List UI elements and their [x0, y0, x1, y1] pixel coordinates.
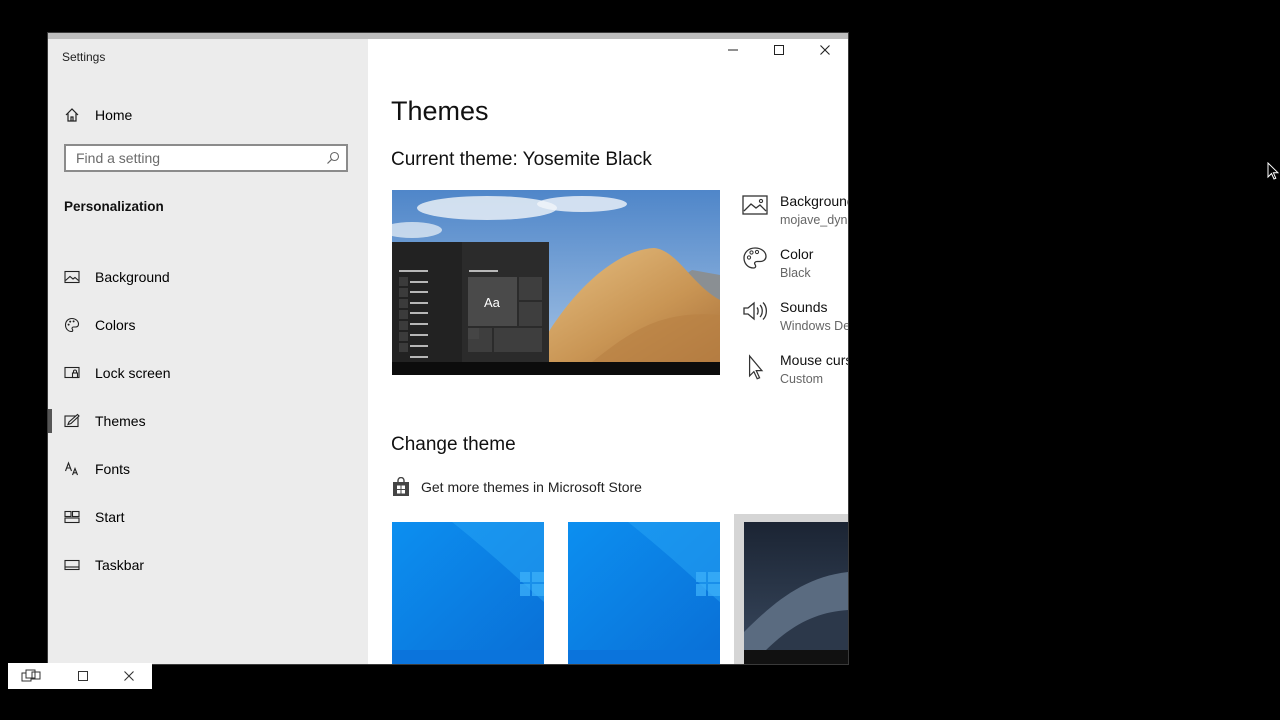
- maximize-icon: [774, 45, 784, 55]
- picture-icon: [742, 195, 768, 215]
- restore-icon: [21, 669, 41, 682]
- theme-prop-name: Background: [780, 193, 848, 209]
- theme-prop-color[interactable]: Color Black: [742, 240, 848, 293]
- sidebar-item-taskbar[interactable]: Taskbar: [48, 541, 368, 589]
- sidebar-nav: Background Colors Lock screen Themes Fon…: [48, 253, 368, 589]
- mouse-pointer-icon: [1267, 162, 1279, 180]
- minimize-icon: [728, 49, 738, 51]
- close-icon: [124, 671, 134, 681]
- change-theme-heading: Change theme: [391, 434, 516, 455]
- minimized-window-strip: [8, 663, 152, 689]
- current-theme-heading: Current theme: Yosemite Black: [391, 149, 652, 170]
- sidebar-item-themes[interactable]: Themes: [48, 397, 368, 445]
- microsoft-store-link[interactable]: Get more themes in Microsoft Store: [391, 477, 642, 497]
- sidebar-item-colors[interactable]: Colors: [48, 301, 368, 349]
- nav-home-label: Home: [95, 107, 133, 123]
- search-icon: [327, 151, 340, 164]
- theme-prop-sounds[interactable]: Sounds Windows De: [742, 293, 848, 346]
- palette-icon: [743, 247, 767, 269]
- theme-prop-value: mojave_dyn: [780, 213, 848, 227]
- home-icon: [65, 108, 79, 122]
- sidebar-item-fonts[interactable]: Fonts: [48, 445, 368, 493]
- sidebar-item-start[interactable]: Start: [48, 493, 368, 541]
- nav-home[interactable]: Home: [64, 103, 132, 127]
- sidebar-item-lock-screen[interactable]: Lock screen: [48, 349, 368, 397]
- sidebar-item-label: Colors: [95, 317, 136, 333]
- theme-prop-name: Mouse curs: [780, 352, 848, 368]
- settings-sidebar: Settings Home Personalization Background: [48, 39, 368, 664]
- mouse-pointer-icon: [748, 354, 764, 380]
- windows-theme-image: [392, 522, 544, 664]
- theme-prop-mouse-cursor[interactable]: Mouse curs Custom: [742, 346, 848, 399]
- sidebar-item-label: Lock screen: [95, 365, 171, 381]
- brush-icon: [64, 413, 80, 428]
- close-icon: [820, 45, 830, 55]
- theme-preview-image: [392, 190, 720, 375]
- close-button[interactable]: [106, 663, 152, 689]
- start-icon: [64, 510, 80, 524]
- mojave-night-theme-image: [744, 522, 848, 664]
- maximize-icon: [78, 671, 88, 681]
- restore-button[interactable]: [8, 663, 54, 689]
- search-input[interactable]: [66, 146, 326, 170]
- sidebar-item-label: Fonts: [95, 461, 131, 477]
- section-personalization: Personalization: [64, 199, 164, 214]
- theme-thumbnail-windows-1[interactable]: [392, 522, 544, 664]
- minimize-button[interactable]: [710, 39, 756, 61]
- search-box[interactable]: [64, 144, 348, 172]
- page-title: Themes: [391, 96, 489, 126]
- store-link-label: Get more themes in Microsoft Store: [421, 479, 642, 495]
- theme-prop-name: Color: [780, 246, 814, 262]
- theme-prop-background[interactable]: Background mojave_dyn: [742, 187, 848, 240]
- store-bag-icon: [393, 477, 409, 496]
- theme-thumbnail-windows-2[interactable]: [568, 522, 720, 664]
- maximize-button[interactable]: [60, 663, 106, 689]
- app-title: Settings: [62, 50, 106, 64]
- theme-prop-value: Custom: [780, 372, 824, 386]
- picture-icon: [64, 270, 80, 284]
- close-button[interactable]: [802, 39, 848, 61]
- fonts-icon: [64, 461, 79, 476]
- sidebar-item-label: Taskbar: [95, 557, 145, 573]
- themes-page: Themes Current theme: Yosemite Black Aa …: [368, 39, 848, 664]
- taskbar-icon: [64, 559, 80, 571]
- preview-sample-text: Aa: [484, 295, 500, 310]
- sidebar-item-label: Background: [95, 269, 170, 285]
- palette-icon: [64, 317, 80, 333]
- theme-thumbnail-mojave[interactable]: [744, 522, 848, 664]
- speaker-icon: [743, 301, 768, 321]
- sidebar-item-label: Start: [95, 509, 125, 525]
- theme-prop-value: Windows De: [780, 319, 848, 333]
- maximize-button[interactable]: [756, 39, 802, 61]
- sidebar-item-label: Themes: [95, 413, 146, 429]
- theme-prop-value: Black: [780, 266, 811, 280]
- theme-preview: Aa: [392, 190, 720, 375]
- settings-window: Settings Home Personalization Background: [48, 33, 848, 664]
- theme-properties: Background mojave_dyn Color Black Sounds…: [742, 187, 848, 399]
- lock-screen-icon: [64, 366, 80, 379]
- theme-prop-name: Sounds: [780, 299, 828, 315]
- sidebar-item-background[interactable]: Background: [48, 253, 368, 301]
- windows-theme-image: [568, 522, 720, 664]
- active-indicator: [48, 409, 52, 433]
